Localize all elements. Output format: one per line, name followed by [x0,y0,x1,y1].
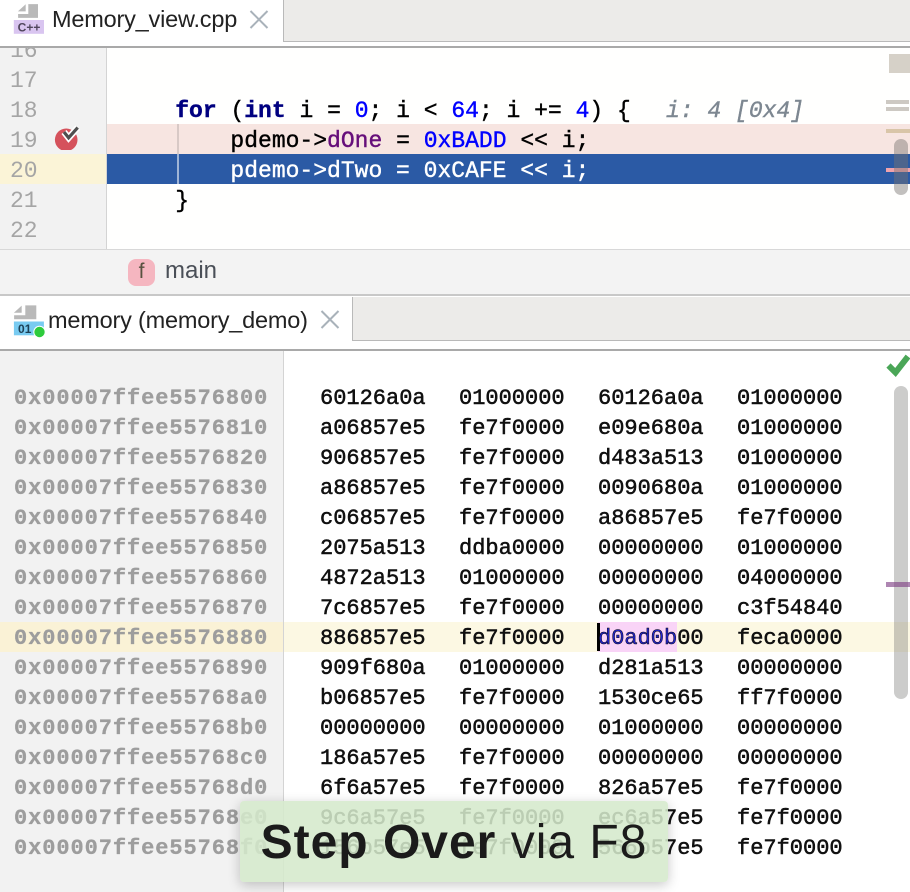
svg-text:01: 01 [18,322,32,336]
svg-text:C++: C++ [18,20,41,34]
